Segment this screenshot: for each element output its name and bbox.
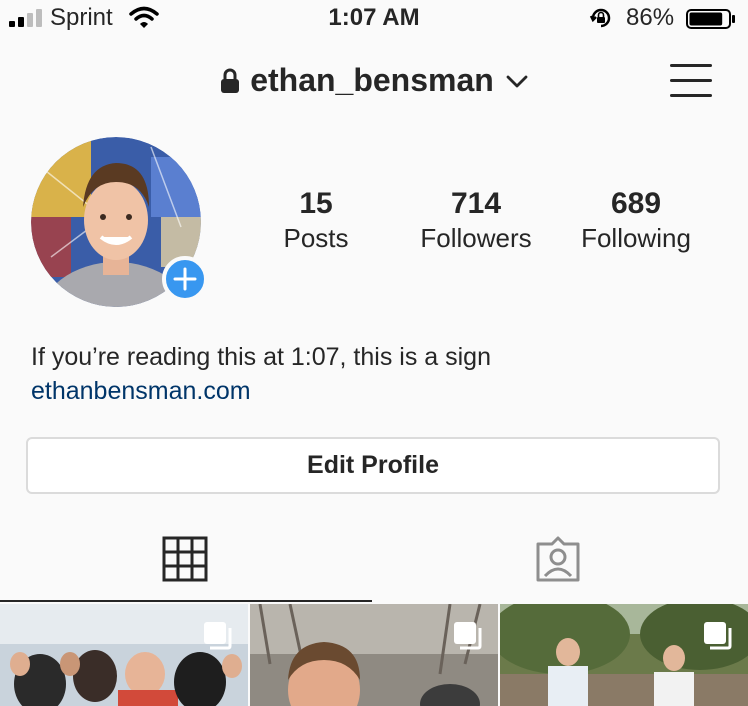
tab-grid[interactable]: [0, 524, 372, 602]
multiple-posts-icon: [704, 622, 732, 650]
posts-count: 15: [299, 187, 333, 220]
profile-bio: If you’re reading this at 1:07, this is …: [31, 343, 491, 371]
following-stat[interactable]: 689 Following: [556, 186, 716, 254]
status-bar: Sprint 1:07 AM 86%: [0, 0, 748, 36]
tab-tagged[interactable]: [372, 524, 744, 602]
website-link[interactable]: ethanbensman.com: [31, 374, 251, 408]
following-count: 689: [610, 187, 662, 220]
battery-icon: [686, 9, 735, 29]
lock-icon: [221, 68, 240, 93]
chevron-down-icon: [506, 75, 528, 87]
post-thumbnail[interactable]: [250, 604, 498, 706]
edit-profile-button[interactable]: Edit Profile: [26, 437, 720, 494]
add-story-button[interactable]: [162, 256, 208, 302]
grid-icon: [162, 536, 208, 582]
rotation-lock-icon: [589, 8, 611, 28]
username: ethan_bensman: [250, 62, 494, 98]
account-switcher[interactable]: ethan_bensman: [0, 62, 748, 99]
profile-avatar-area: [31, 137, 208, 307]
post-thumbnail[interactable]: [0, 604, 248, 706]
profile-header: ethan_bensman: [0, 50, 748, 110]
following-label: Following: [581, 223, 691, 253]
menu-icon[interactable]: [670, 62, 712, 98]
plus-icon: [173, 267, 197, 291]
battery-percent: 86%: [626, 4, 675, 31]
followers-stat[interactable]: 714 Followers: [396, 186, 556, 254]
posts-label: Posts: [283, 223, 349, 253]
post-thumbnail[interactable]: [500, 604, 748, 706]
followers-count: 714: [450, 187, 502, 220]
posts-stat[interactable]: 15 Posts: [236, 186, 396, 254]
followers-label: Followers: [420, 223, 532, 253]
tagged-user-icon: [536, 536, 580, 582]
multiple-posts-icon: [204, 622, 232, 650]
multiple-posts-icon: [454, 622, 482, 650]
